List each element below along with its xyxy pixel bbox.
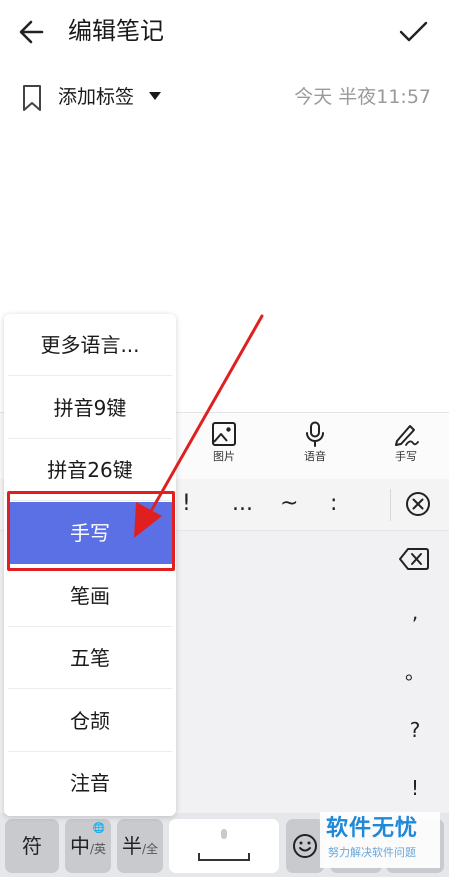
punct-key[interactable]: ~ bbox=[280, 491, 298, 517]
ime-item-wubi[interactable]: 五笔 bbox=[8, 627, 172, 689]
emoji-key[interactable] bbox=[286, 819, 324, 873]
check-icon bbox=[399, 21, 428, 42]
note-meta-row: 添加标签 今天 半夜11:57 bbox=[0, 80, 449, 114]
space-key[interactable] bbox=[169, 819, 279, 873]
space-bar-icon bbox=[198, 853, 250, 861]
watermark-logo: 软件无忧 努力解决软件问题 bbox=[320, 812, 440, 868]
ime-item-cangjie[interactable]: 仓颉 bbox=[8, 690, 172, 752]
question-key[interactable]: ? bbox=[390, 705, 440, 755]
backspace-button[interactable] bbox=[398, 545, 430, 573]
half-key-sub: /全 bbox=[141, 842, 159, 856]
app-header: 编辑笔记 bbox=[0, 0, 449, 64]
toolbar-voice-button[interactable]: 语音 bbox=[285, 421, 345, 477]
back-button[interactable] bbox=[14, 14, 50, 50]
zh-en-toggle-key[interactable]: 🌐 中/英 bbox=[65, 819, 111, 873]
clear-circle-x-icon bbox=[406, 492, 430, 516]
toolbar-image-label: 图片 bbox=[213, 450, 235, 463]
punct-key[interactable]: : bbox=[330, 491, 337, 517]
half-full-toggle-key[interactable]: 半/全 bbox=[117, 819, 163, 873]
caret-down-icon[interactable] bbox=[149, 92, 161, 100]
ime-item-pinyin-9[interactable]: 拼音9键 bbox=[8, 377, 172, 439]
image-icon bbox=[212, 422, 236, 446]
symbol-key-label: 符 bbox=[22, 834, 42, 858]
globe-icon: 🌐 bbox=[92, 823, 105, 834]
add-tag-button[interactable]: 添加标签 bbox=[58, 83, 134, 111]
watermark-subtitle: 努力解决软件问题 bbox=[328, 846, 416, 859]
comma-key[interactable]: , bbox=[390, 587, 440, 637]
toolbar-handwrite-button[interactable]: 手写 bbox=[376, 421, 436, 477]
microphone-small-icon bbox=[221, 829, 227, 839]
zh-key-sub: /英 bbox=[89, 842, 107, 856]
punct-key[interactable]: ... bbox=[232, 491, 253, 517]
symbol-key[interactable]: 符 bbox=[5, 819, 59, 873]
handwriting-pen-icon bbox=[395, 425, 419, 446]
backspace-icon bbox=[399, 548, 429, 570]
page-title: 编辑笔记 bbox=[68, 17, 164, 45]
note-timestamp: 今天 半夜11:57 bbox=[294, 86, 431, 108]
ime-item-zhuyin[interactable]: 注音 bbox=[8, 752, 172, 814]
punct-divider bbox=[390, 489, 391, 521]
bookmark-icon[interactable] bbox=[20, 84, 44, 112]
exclamation-key[interactable]: ! bbox=[390, 763, 440, 813]
clear-button[interactable] bbox=[403, 489, 433, 519]
back-arrow-icon bbox=[19, 20, 44, 44]
annotation-highlight-box bbox=[7, 491, 175, 571]
period-key[interactable]: 。 bbox=[390, 647, 440, 697]
toolbar-handwrite-label: 手写 bbox=[395, 450, 417, 463]
zh-key-main: 中 bbox=[69, 834, 90, 858]
confirm-button[interactable] bbox=[395, 14, 431, 50]
watermark-title: 软件无忧 bbox=[326, 816, 419, 841]
ime-item-stroke[interactable]: 笔画 bbox=[8, 565, 172, 627]
microphone-icon bbox=[306, 421, 324, 447]
toolbar-voice-label: 语音 bbox=[304, 450, 326, 463]
toolbar-image-button[interactable]: 图片 bbox=[194, 421, 254, 477]
half-key-main: 半 bbox=[121, 834, 142, 858]
ime-item-more-languages[interactable]: 更多语言... bbox=[8, 314, 172, 376]
smiley-icon bbox=[293, 834, 317, 858]
punct-key[interactable]: ! bbox=[182, 491, 191, 517]
